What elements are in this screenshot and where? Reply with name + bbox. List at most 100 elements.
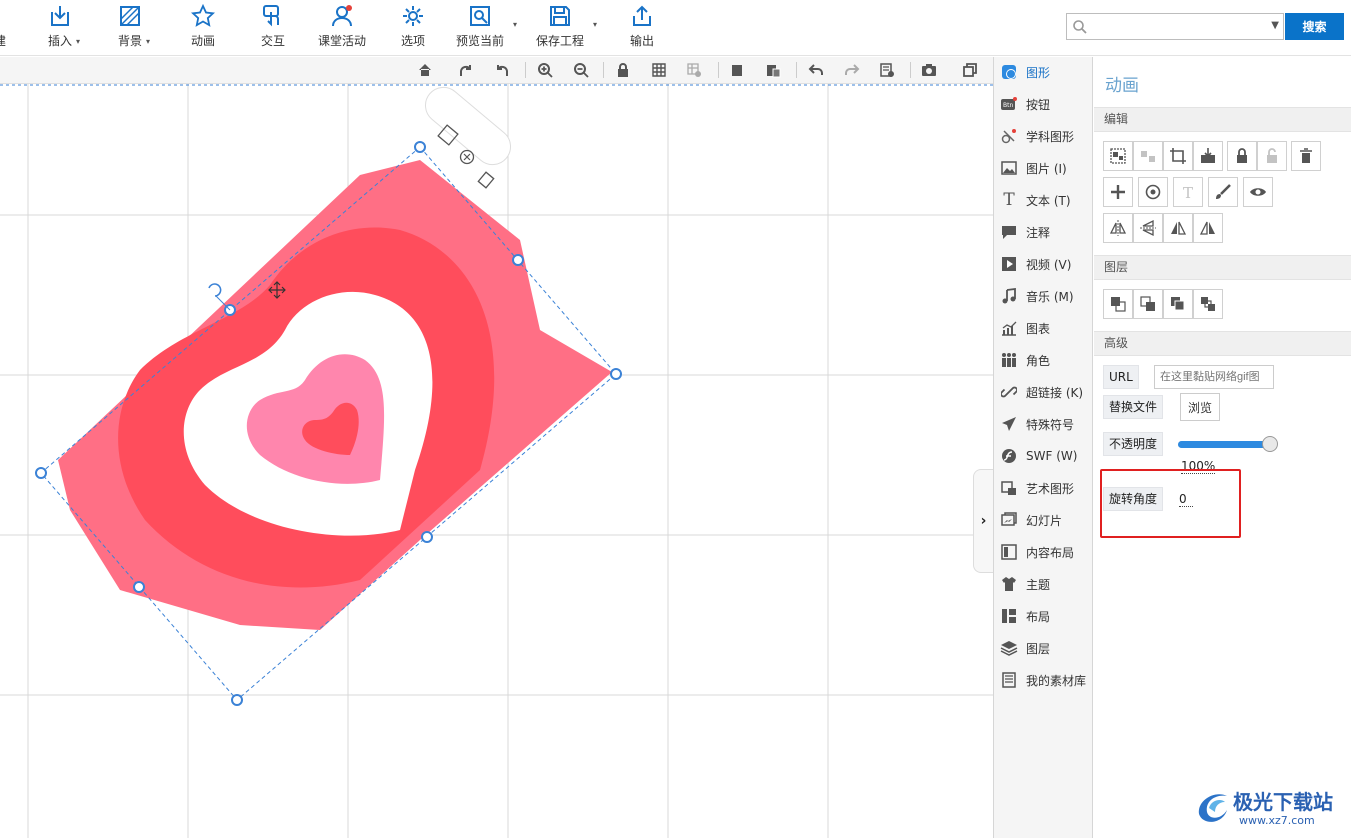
lock-icon[interactable] <box>615 62 631 78</box>
category-art-shape[interactable]: 艺术图形 <box>994 473 1094 503</box>
send-backward-button[interactable] <box>1163 289 1193 319</box>
insert-button[interactable]: 插入 <box>48 4 72 52</box>
flip-vertical-button[interactable] <box>1133 213 1163 243</box>
category-comment[interactable]: 注释 <box>994 217 1094 247</box>
undo-rotate-icon[interactable] <box>494 62 510 78</box>
category-slides[interactable]: 幻灯片 <box>994 505 1094 535</box>
animation-button[interactable]: 动画 <box>191 4 215 52</box>
library-icon <box>1000 671 1018 689</box>
preview-button[interactable]: 预览当前 <box>456 4 504 52</box>
paste-icon[interactable] <box>765 62 781 78</box>
search-input[interactable] <box>1093 17 1253 36</box>
visibility-button[interactable] <box>1243 177 1273 207</box>
add-button[interactable] <box>1103 177 1133 207</box>
bring-forward-button[interactable] <box>1133 289 1163 319</box>
home-icon[interactable] <box>417 62 433 78</box>
interaction-button[interactable]: 交互 <box>261 4 285 52</box>
opacity-slider-track[interactable] <box>1178 441 1270 448</box>
unlock-shape-button[interactable] <box>1257 141 1287 171</box>
category-image[interactable]: 图片 (I) <box>994 153 1094 183</box>
mirror-right-button[interactable] <box>1193 213 1223 243</box>
flip-horizontal-button[interactable] <box>1103 213 1133 243</box>
category-music[interactable]: 音乐 (M) <box>994 281 1094 311</box>
category-special-symbol[interactable]: 特殊符号 <box>994 409 1094 439</box>
category-layout[interactable]: 布局 <box>994 601 1094 631</box>
cancel-circle-icon[interactable] <box>459 149 475 165</box>
search-dropdown-icon[interactable]: ▼ <box>1271 20 1279 31</box>
category-button[interactable]: Btn 按钮 <box>994 89 1094 119</box>
opacity-slider-thumb[interactable] <box>1262 436 1278 452</box>
category-chart[interactable]: 图表 <box>994 313 1094 343</box>
copy-shape-icon[interactable] <box>477 171 495 189</box>
bring-forward-icon <box>1140 296 1155 311</box>
rotation-value[interactable]: 0 <box>1179 492 1193 507</box>
search-field[interactable]: ▼ <box>1066 13 1284 40</box>
gear-icon <box>403 6 423 26</box>
zoom-out-icon[interactable] <box>573 62 589 78</box>
category-shape[interactable]: 图形 <box>994 57 1094 87</box>
collapse-panel-button[interactable]: › <box>973 469 993 573</box>
grid-settings-icon[interactable] <box>686 62 702 78</box>
bring-to-front-button[interactable] <box>1103 289 1133 319</box>
group-button[interactable] <box>1103 141 1133 171</box>
category-layers[interactable]: 图层 <box>994 633 1094 663</box>
options-button[interactable]: 选项 <box>401 4 425 52</box>
delete-button[interactable] <box>1291 141 1321 171</box>
export-button[interactable]: 输出 <box>630 4 654 52</box>
background-button[interactable]: 背景 <box>118 4 142 52</box>
format-painter-button[interactable] <box>1208 177 1238 207</box>
save-project-button[interactable]: 保存工程 <box>536 4 584 52</box>
undo-icon[interactable] <box>808 62 824 78</box>
editor-canvas[interactable]: › <box>0 84 993 838</box>
category-text[interactable]: T 文本 (T) <box>994 185 1094 215</box>
category-hyperlink[interactable]: 超链接 (K) <box>994 377 1094 407</box>
class-activity-button[interactable]: 课堂活动 <box>318 4 366 52</box>
mirror-left-button[interactable] <box>1163 213 1193 243</box>
layer-section-header: 图层 <box>1094 255 1351 280</box>
properties-panel: 动画 编辑 T 图层 高级 URL 替换文件 浏览 不透明度 100% 旋转角度… <box>1094 57 1351 838</box>
save-caret-icon[interactable]: ▾ <box>593 20 597 29</box>
category-video[interactable]: 视频 (V) <box>994 249 1094 279</box>
rotate-handle-icon[interactable] <box>208 283 222 297</box>
preview-caret-icon[interactable]: ▾ <box>513 20 517 29</box>
watermark-swirl-icon <box>1198 794 1227 822</box>
ungroup-button[interactable] <box>1133 141 1163 171</box>
export-icon <box>633 5 651 26</box>
rotate-button[interactable] <box>1138 177 1168 207</box>
camera-icon[interactable] <box>921 62 937 78</box>
history-icon[interactable] <box>879 62 895 78</box>
window-icon[interactable] <box>962 62 978 78</box>
category-subject-shape[interactable]: 学科图形 <box>994 121 1094 151</box>
category-swf[interactable]: SWF (W) <box>994 441 1094 471</box>
redo-icon[interactable] <box>844 62 860 78</box>
lock-shape-button[interactable] <box>1227 141 1257 171</box>
grid-icon[interactable] <box>651 62 667 78</box>
image-icon <box>1000 159 1018 177</box>
comment-icon <box>1000 223 1018 241</box>
copy-icon[interactable] <box>729 62 745 78</box>
theme-shirt-icon <box>1000 575 1018 593</box>
redo-rotate-icon[interactable] <box>458 62 474 78</box>
heart-shape[interactable] <box>58 160 612 630</box>
layout-icon <box>1000 607 1018 625</box>
category-my-library[interactable]: 我的素材库 <box>994 665 1094 695</box>
zoom-in-icon[interactable] <box>537 62 553 78</box>
crop-icon <box>1170 148 1186 164</box>
browse-button[interactable]: 浏览 <box>1180 393 1220 421</box>
mirror-left-icon <box>1171 221 1187 235</box>
download-icon <box>1201 148 1215 163</box>
plus-icon <box>1111 185 1125 199</box>
separator <box>910 62 911 78</box>
category-theme[interactable]: 主题 <box>994 569 1094 599</box>
category-content-layout[interactable]: 内容布局 <box>994 537 1094 567</box>
category-role[interactable]: 角色 <box>994 345 1094 375</box>
crop-button[interactable] <box>1163 141 1193 171</box>
new-button[interactable]: 建 <box>0 4 12 52</box>
flash-icon <box>1000 447 1018 465</box>
send-to-back-button[interactable] <box>1193 289 1223 319</box>
save-as-image-button[interactable] <box>1193 141 1223 171</box>
url-input[interactable] <box>1154 365 1274 389</box>
music-icon <box>1000 287 1018 305</box>
search-button[interactable]: 搜索 <box>1285 13 1344 40</box>
text-edit-button[interactable]: T <box>1173 177 1203 207</box>
